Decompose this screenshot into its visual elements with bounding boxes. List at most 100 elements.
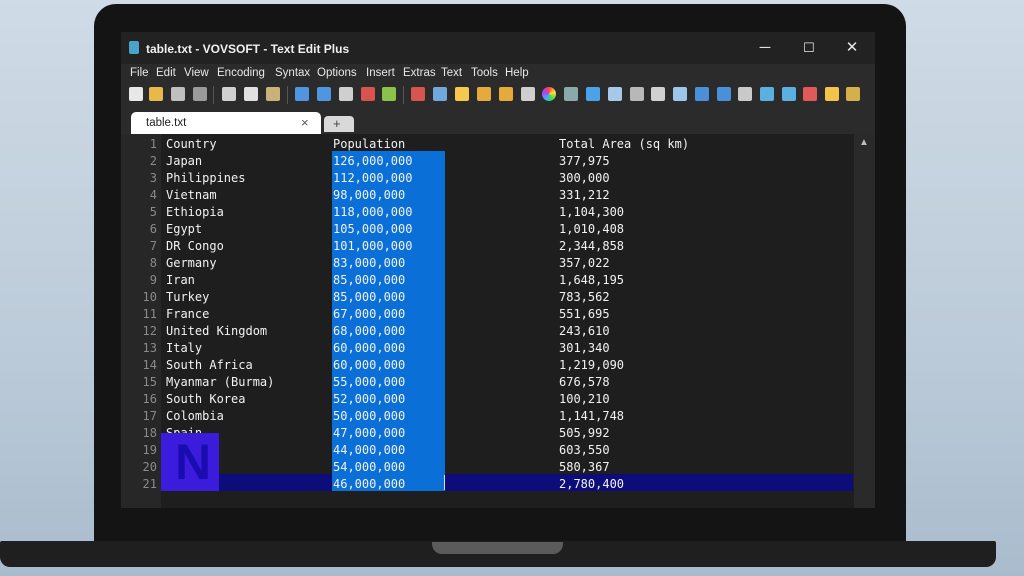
cell-country: Philippines [166,171,246,185]
settings-icon[interactable] [846,87,860,101]
line-number: 5 [149,205,157,219]
cell-population: 55,000,000 [333,375,406,389]
lock-icon[interactable] [477,87,491,101]
cell-population: 105,000,000 [333,222,413,236]
cell-population: 60,000,000 [333,341,406,355]
scroll-up-icon[interactable]: ▲ [859,137,869,148]
menu-tools[interactable]: Tools [471,67,498,79]
monitor-icon[interactable] [433,87,447,101]
cell-country: Iran [166,273,195,287]
line-number: 9 [149,273,157,287]
new-file-icon[interactable] [129,87,143,101]
paste-icon[interactable] [266,87,280,101]
cell-area: 2,344,858 [559,239,625,253]
toolbar-separator [287,86,288,104]
line-number: 8 [149,256,157,270]
title-bar[interactable]: table.txt - VOVSOFT - Text Edit Plus ─ ☐… [121,32,875,64]
menu-help[interactable]: Help [505,67,529,79]
cell-population: 54,000,000 [333,460,406,474]
line-number: 4 [149,188,157,202]
cut-icon[interactable] [222,87,236,101]
cell-population: 118,000,000 [333,205,413,219]
line-number: 20 [142,460,157,474]
document-icon[interactable] [738,87,752,101]
tab-table-txt[interactable]: table.txt × [131,112,321,134]
cell-country: Myanmar (Burma) [166,375,275,389]
upload-icon[interactable] [717,87,731,101]
find-replace-icon[interactable] [361,87,375,101]
print-icon[interactable] [193,87,207,101]
cell-area: 1,648,195 [559,273,625,287]
redo-icon[interactable] [317,87,331,101]
menu-extras[interactable]: Extras [403,67,436,79]
menu-encoding[interactable]: Encoding [217,67,265,79]
tab-close-icon[interactable]: × [301,115,309,130]
cell-area: 300,000 [559,171,610,185]
cell-area: 1,141,748 [559,409,625,423]
vertical-scrollbar[interactable]: ▲ [854,134,875,508]
line-number: 1 [149,137,157,151]
cell-country: Ethiopia [166,205,224,219]
cell-country: DR Congo [166,239,224,253]
cell-population: 67,000,000 [333,307,406,321]
maximize-button[interactable]: ☐ [794,38,824,58]
warning-icon[interactable] [825,87,839,101]
goto-line-icon[interactable] [382,87,396,101]
table-icon[interactable] [608,87,622,101]
line-number: 21 [142,477,157,491]
app-window: table.txt - VOVSOFT - Text Edit Plus ─ ☐… [121,32,875,508]
menu-text[interactable]: Text [441,67,462,79]
minimize-button[interactable]: ─ [750,38,780,58]
pen-icon[interactable] [564,87,578,101]
cell-population: 101,000,000 [333,239,413,253]
menu-syntax[interactable]: Syntax [275,67,310,79]
columns-icon[interactable] [630,87,644,101]
tab-label: table.txt [146,117,187,129]
back-arrow-icon[interactable] [695,87,709,101]
font-icon[interactable] [455,87,469,101]
list-icon[interactable] [651,87,665,101]
email-icon[interactable] [673,87,687,101]
close-button[interactable]: ✕ [837,38,867,58]
cell-population: 85,000,000 [333,273,406,287]
menu-file[interactable]: File [130,67,149,79]
cell-area: 243,610 [559,324,610,338]
cell-area: 331,212 [559,188,610,202]
bookmark-icon[interactable] [411,87,425,101]
cell-area: 1,219,090 [559,358,625,372]
sort-descending-icon[interactable] [782,87,796,101]
menu-options[interactable]: Options [317,67,357,79]
cell-area: 2,780,400 [559,477,625,491]
column-selection [332,151,445,491]
filter-icon[interactable] [586,87,600,101]
text-editor[interactable]: ▲ 1 Country Population Total Area (sq km) 2 J… [121,134,875,508]
calculator-icon[interactable] [521,87,535,101]
menu-view[interactable]: View [184,67,209,79]
line-number: 15 [142,375,157,389]
overlay-letter: N [175,434,212,490]
cell-population: 52,000,000 [333,392,406,406]
menu-edit[interactable]: Edit [156,67,176,79]
line-number: 10 [142,290,157,304]
save-icon[interactable] [171,87,185,101]
line-number: 17 [142,409,157,423]
cell-population: 50,000,000 [333,409,406,423]
find-icon[interactable] [339,87,353,101]
line-number: 16 [142,392,157,406]
cell-population: 112,000,000 [333,171,413,185]
calendar-icon[interactable] [803,87,817,101]
tab-strip: table.txt × + [121,107,875,134]
color-picker-icon[interactable] [542,87,556,101]
line-number: 19 [142,443,157,457]
unlock-icon[interactable] [499,87,513,101]
cell-area: 100,210 [559,392,610,406]
open-folder-icon[interactable] [149,87,163,101]
cell-area: 1,010,408 [559,222,625,236]
undo-icon[interactable] [295,87,309,101]
sort-ascending-icon[interactable] [760,87,774,101]
menu-insert[interactable]: Insert [366,67,395,79]
text-caret [444,475,445,490]
laptop-notch [432,542,563,554]
copy-icon[interactable] [244,87,258,101]
new-tab-button[interactable]: + [324,116,354,132]
